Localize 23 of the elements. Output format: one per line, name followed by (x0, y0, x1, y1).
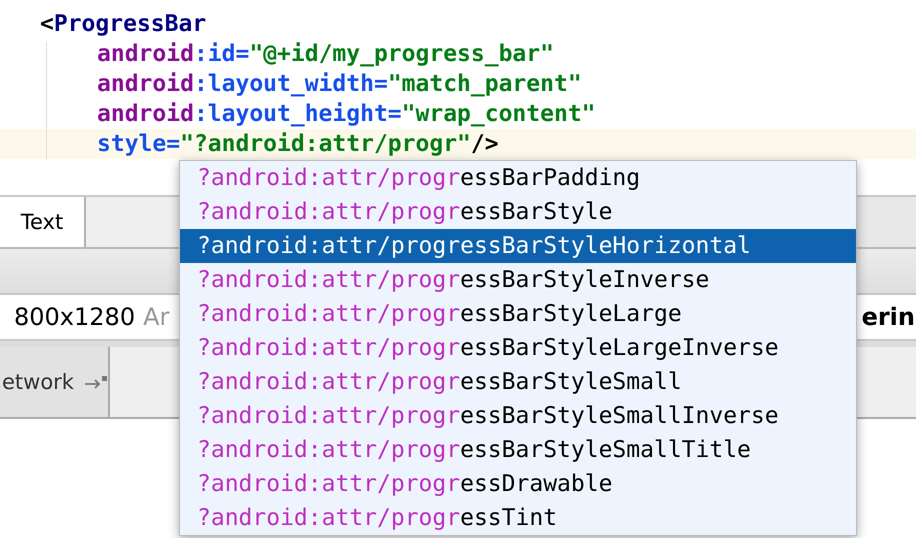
code-line: style="?android:attr/progr"/> (97, 131, 499, 157)
completion-item[interactable]: ?android:attr/progressBarStyleLargeInverse (180, 331, 856, 365)
pin-arrow-icon (84, 375, 108, 389)
code-line: <ProgressBar (40, 11, 206, 37)
completion-item[interactable]: ?android:attr/progressBarStyleInverse (180, 263, 856, 297)
completion-item[interactable]: ?android:attr/progressBarStyleSmallInverse (180, 399, 856, 433)
device-label[interactable]: 800x1280 (14, 303, 136, 331)
network-label: etwork (2, 370, 74, 394)
completion-item[interactable]: ?android:attr/progressDrawable (180, 467, 856, 501)
completion-item[interactable]: ?android:attr/progressTint (180, 501, 856, 535)
completion-item[interactable]: ?android:attr/progressBarStyleSmallTitle (180, 433, 856, 467)
theme-label[interactable]: erin (862, 303, 915, 331)
completion-item[interactable]: ?android:attr/progressBarStyle (180, 195, 856, 229)
code-line: android:layout_height="wrap_content" (97, 101, 596, 127)
code-line: android:layout_width="match_parent" (97, 71, 582, 97)
network-panel-button[interactable]: etwork (0, 347, 110, 417)
tab[interactable]: Text (0, 197, 86, 247)
completion-item[interactable]: ?android:attr/progressBarStyleSmall (180, 365, 856, 399)
completion-item[interactable]: ?android:attr/progressBarStyleHorizontal (180, 229, 856, 263)
code-line: android:id="@+id/my_progress_bar" (97, 41, 554, 67)
completion-item[interactable]: ?android:attr/progressBarPadding (180, 161, 856, 195)
api-label: Ar (143, 303, 170, 331)
completion-item[interactable]: ?android:attr/progressBarStyleLarge (180, 297, 856, 331)
